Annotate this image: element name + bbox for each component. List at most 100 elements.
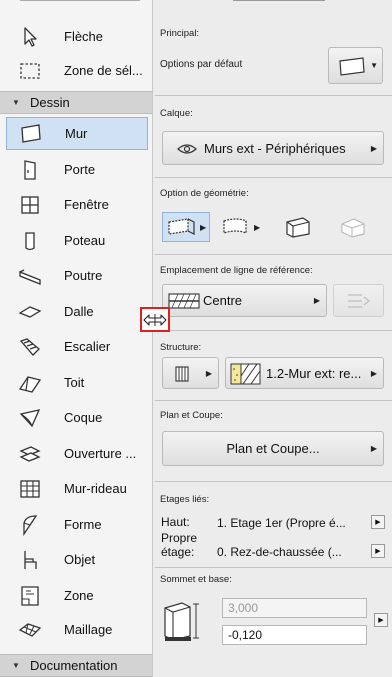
tool-label: Ouverture ... <box>64 446 137 461</box>
submenu-arrow-icon: ▶ <box>378 617 384 624</box>
tool-zone[interactable]: Zone <box>6 579 148 612</box>
base-offset-field[interactable]: -0,120 <box>222 625 367 645</box>
section-label: Documentation <box>30 658 118 673</box>
tool-curtain-wall[interactable]: Mur-rideau <box>6 472 148 505</box>
top-label: Haut: <box>161 515 190 529</box>
composite-value: 1.2-Mur ext: re... <box>266 366 362 381</box>
tool-roof[interactable]: Toit <box>6 366 148 399</box>
separator <box>155 95 392 96</box>
section-dessin[interactable]: ▼ Dessin <box>0 91 152 114</box>
tool-beam[interactable]: Poutre <box>6 259 148 292</box>
offset-arrow-icon <box>348 294 371 308</box>
home-floor-arrow-button[interactable]: ▶ <box>371 544 385 558</box>
tool-mesh[interactable]: Maillage <box>6 613 148 646</box>
reference-line-center-icon <box>168 293 200 309</box>
layer-selector[interactable]: Murs ext - Périphériques ▶ <box>162 131 384 165</box>
submenu-arrow-icon: ▶ <box>205 368 212 378</box>
submenu-arrow-icon: ▶ <box>370 143 377 153</box>
collapse-triangle-icon: ▼ <box>12 661 20 670</box>
separator <box>155 400 392 401</box>
tool-label: Flèche <box>64 29 104 44</box>
polygon-wall-icon <box>341 218 365 238</box>
geometry-polygon-button[interactable] <box>338 212 374 242</box>
tool-label: Poutre <box>64 268 103 283</box>
tool-label: Mur-rideau <box>64 481 127 496</box>
opening-icon <box>14 440 46 468</box>
separator <box>155 254 392 255</box>
submenu-arrow-icon: ▶ <box>313 296 320 305</box>
layer-value: Murs ext - Périphériques <box>204 141 346 156</box>
own-floor-label-line2: étage: <box>161 545 195 559</box>
roof-icon <box>14 369 46 397</box>
separator <box>155 481 392 482</box>
trapezoid-wall-icon <box>286 217 310 238</box>
composite-selector[interactable]: 1.2-Mur ext: re... ▶ <box>225 357 384 389</box>
own-floor-label-line1: Propre <box>161 531 198 545</box>
top-floor-arrow-button[interactable]: ▶ <box>371 515 385 529</box>
wall-icon <box>15 120 47 148</box>
section-documentation[interactable]: ▼ Documentation <box>0 654 152 677</box>
separator <box>155 177 392 178</box>
tool-opening[interactable]: Ouverture ... <box>6 437 148 470</box>
submenu-arrow-icon: ▶ <box>375 519 381 526</box>
tool-stair[interactable]: Escalier <box>6 330 148 363</box>
wall-height-field[interactable]: 3,000 <box>222 598 367 618</box>
panel-top-divider <box>233 0 325 1</box>
tool-wall[interactable]: Mur <box>6 117 148 150</box>
horizontal-resize-icon <box>143 313 167 326</box>
eye-icon <box>177 144 197 154</box>
tool-label: Zone de sél... <box>64 63 143 78</box>
home-floor[interactable]: 0. Rez-de-chaussée (... <box>217 545 342 559</box>
tool-label: Porte <box>64 162 96 177</box>
favorites-button[interactable]: ▼ <box>328 47 383 84</box>
structure-type-button[interactable]: ▶ <box>162 357 219 389</box>
linked-floors-caption: Etages liés: <box>160 494 210 505</box>
mesh-icon <box>14 616 46 644</box>
reference-line-offset-button[interactable] <box>333 284 384 317</box>
tool-label: Mur <box>65 126 88 141</box>
beam-icon <box>14 262 46 290</box>
structure-caption: Structure: <box>160 342 202 353</box>
top-base-arrow-button[interactable]: ▶ <box>374 613 388 627</box>
composite-structure-icon <box>175 366 189 382</box>
tool-arrow[interactable]: Flèche <box>6 20 148 53</box>
tool-window[interactable]: Fenêtre <box>6 188 148 221</box>
toolbox-panel: Flèche Zone de sél... ▼ Dessin Mur Porte… <box>0 0 153 677</box>
top-linked-floor[interactable]: 1. Etage 1er (Propre é... <box>217 516 346 530</box>
geometry-trapezoid-button[interactable] <box>283 212 319 242</box>
window-icon <box>14 191 46 219</box>
separator <box>155 567 392 568</box>
reference-line-selector[interactable]: Centre ▶ <box>162 284 327 317</box>
plan-section-button[interactable]: Plan et Coupe... ▶ <box>162 431 384 466</box>
collapse-triangle-icon: ▼ <box>12 98 20 107</box>
geometry-curved-button[interactable]: ▶ <box>217 212 265 242</box>
tool-slab[interactable]: Dalle <box>6 295 148 328</box>
wall-preview-icon <box>339 57 365 76</box>
arrow-pointer-icon <box>14 23 46 51</box>
dropdown-arrow-icon: ▼ <box>370 61 378 70</box>
tool-label: Objet <box>64 552 96 567</box>
submenu-arrow-icon: ▶ <box>254 222 261 232</box>
tool-shell[interactable]: Coque <box>6 401 148 434</box>
geometry-straight-button[interactable]: ▶ <box>162 212 210 242</box>
tool-object[interactable]: Objet <box>6 543 148 576</box>
tool-marquee[interactable]: Zone de sél... <box>6 54 148 87</box>
stair-icon <box>14 333 46 361</box>
plan-section-label: Plan et Coupe... <box>226 441 320 456</box>
morph-icon <box>14 511 46 539</box>
layer-caption: Calque: <box>160 108 193 119</box>
panel-resize-handle[interactable] <box>140 307 170 332</box>
tool-column[interactable]: Poteau <box>6 224 148 257</box>
tool-label: Coque <box>64 410 103 425</box>
top-base-caption: Sommet et base: <box>160 574 232 585</box>
default-options-label: Options par défaut <box>160 59 243 70</box>
tool-label: Zone <box>64 588 94 603</box>
submenu-arrow-icon: ▶ <box>370 444 377 453</box>
tool-label: Maillage <box>64 622 113 637</box>
column-icon <box>14 227 46 255</box>
tool-door[interactable]: Porte <box>6 153 148 186</box>
reference-line-value: Centre <box>203 293 243 308</box>
submenu-arrow-icon: ▶ <box>370 368 377 378</box>
tool-morph[interactable]: Forme <box>6 508 148 541</box>
wall-height-diagram-icon <box>164 602 199 641</box>
